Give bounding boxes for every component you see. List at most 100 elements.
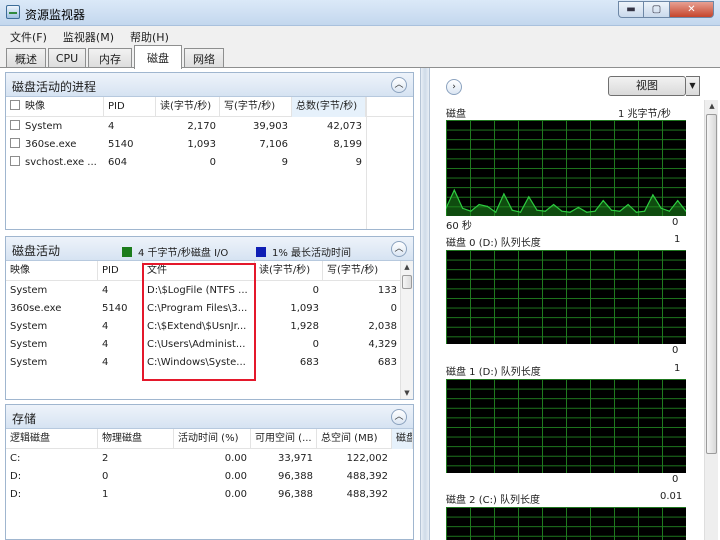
column-header-write[interactable]: 写(字节/秒)	[220, 97, 292, 117]
tab-disk[interactable]: 磁盘	[134, 45, 182, 69]
read-cell: 2,170	[187, 121, 216, 132]
view-button[interactable]: 视图	[608, 76, 686, 96]
resource-monitor-icon	[6, 5, 20, 19]
chevron-up-icon[interactable]: ︿	[391, 77, 407, 93]
processes-table: 映像 PID 读(字节/秒) 写(字节/秒) 总数(字节/秒) System 4…	[6, 97, 413, 229]
maximize-button[interactable]: ▢	[644, 1, 670, 18]
free-space-cell: 96,388	[278, 471, 313, 482]
disk-io-point-11	[536, 209, 538, 211]
row-checkbox[interactable]	[10, 138, 20, 148]
column-header-active-time[interactable]: 活动时间 (%)	[174, 429, 251, 449]
disk1-queue-graph	[446, 379, 686, 473]
disk-io-point-18	[594, 210, 596, 212]
read-cell: 1,093	[290, 303, 319, 314]
disk2-queue-title: 磁盘 2 (C:) 队列长度	[446, 495, 541, 506]
tab-network[interactable]: 网络	[184, 48, 224, 68]
disk-io-point-4	[478, 203, 480, 206]
tab-strip: 概述 CPU 内存 磁盘 网络	[0, 44, 720, 69]
chevron-right-icon[interactable]: ›	[446, 79, 462, 95]
column-header-image[interactable]: 映像	[6, 97, 104, 117]
write-cell: 683	[377, 357, 397, 368]
disk-throughput-graph	[445, 120, 687, 216]
pid-cell: 4	[102, 339, 109, 350]
disk-io-point-8	[511, 209, 513, 211]
write-cell: 4,329	[368, 339, 397, 350]
scroll-up-icon[interactable]: ▲	[706, 100, 718, 112]
scroll-down-icon[interactable]: ▼	[401, 387, 413, 399]
read-cell: 683	[299, 357, 319, 368]
active-time-legend: 1% 最长活动时间	[256, 244, 351, 259]
tab-overview[interactable]: 概述	[6, 48, 46, 68]
image-cell: 360se.exe	[10, 303, 62, 314]
tab-cpu[interactable]: CPU	[48, 48, 86, 68]
io-legend-text: 4 千字节/秒磁盘 I/O	[138, 248, 229, 259]
disk-io-point-21	[619, 210, 621, 212]
write-cell: 2,038	[368, 321, 397, 332]
disk-io-point-20	[610, 209, 613, 211]
table-row[interactable]: System 4 2,170 39,903 42,073	[6, 118, 413, 136]
column-header-pid[interactable]: PID	[104, 97, 156, 117]
scroll-up-icon[interactable]: ▲	[401, 261, 413, 273]
physical-disk-cell: 0	[102, 471, 109, 482]
tab-memory[interactable]: 内存	[88, 48, 132, 68]
activity-scrollbar[interactable]: ▲ ▼	[400, 261, 413, 399]
column-header-read[interactable]: 读(字节/秒)	[255, 261, 323, 281]
column-header-total[interactable]: 总数(字节/秒)	[292, 97, 366, 117]
menu-monitor[interactable]: 监视器(M)	[53, 26, 120, 44]
column-header-write[interactable]: 写(字节/秒)	[323, 261, 401, 281]
disk-io-point-15	[569, 211, 571, 213]
chevron-up-icon[interactable]: ︿	[391, 409, 407, 425]
row-checkbox[interactable]	[10, 120, 20, 130]
column-header-disk[interactable]: 磁盘	[392, 429, 413, 449]
disk-io-point-27	[668, 210, 670, 212]
disk-io-point-7	[503, 193, 505, 195]
storage-header[interactable]: 存储 ︿	[6, 405, 413, 429]
disk-io-point-13	[553, 203, 555, 206]
graph-pane: 磁盘 1 兆字节/秒 60 秒 0 磁盘 0 (D:) 队列长度 1 0 磁盘 …	[438, 100, 704, 540]
scroll-thumb[interactable]	[706, 114, 717, 454]
storage-panel: 存储 ︿ 逻辑磁盘 物理磁盘 活动时间 (%) 可用空间 (... 总空间 (M…	[5, 404, 414, 540]
active-time-cell: 0.00	[224, 489, 247, 500]
menu-help[interactable]: 帮助(H)	[120, 26, 175, 44]
select-all-checkbox[interactable]	[10, 100, 20, 110]
column-header-total-space[interactable]: 总空间 (MB)	[317, 429, 392, 449]
close-button[interactable]: ✕	[670, 1, 714, 18]
disk-processes-header[interactable]: 磁盘活动的进程 ︿	[6, 73, 413, 97]
disk0-queue-min: 0	[672, 345, 679, 356]
write-cell: 9	[281, 157, 288, 168]
disk-chart-min-label: 0	[672, 217, 679, 228]
chevron-up-icon[interactable]: ︿	[391, 241, 407, 257]
column-header-image[interactable]: 映像	[6, 261, 98, 281]
scroll-thumb[interactable]	[402, 275, 412, 289]
menu-file[interactable]: 文件(F)	[0, 26, 53, 44]
graph-pane-scrollbar[interactable]: ▲	[704, 100, 718, 540]
table-row[interactable]: C: 2 0.00 33,971 122,002	[6, 450, 413, 468]
table-row[interactable]: D: 1 0.00 96,388 488,392	[6, 486, 413, 504]
minimize-button[interactable]: ▬	[618, 1, 644, 18]
column-header-free-space[interactable]: 可用空间 (...	[251, 429, 317, 449]
table-row[interactable]: D: 0 0.00 96,388 488,392	[6, 468, 413, 486]
column-header-physical-disk[interactable]: 物理磁盘	[98, 429, 174, 449]
disk1-queue-max: 1	[674, 363, 681, 374]
column-header-read[interactable]: 读(字节/秒)	[156, 97, 220, 117]
disk-io-point-1	[453, 189, 455, 191]
free-space-cell: 33,971	[278, 453, 313, 464]
disk-io-point-10	[528, 196, 530, 198]
column-header-pid[interactable]: PID	[98, 261, 143, 281]
logical-disk-cell: D:	[10, 471, 22, 482]
table-row[interactable]: 360se.exe 5140 1,093 7,106 8,199	[6, 136, 413, 154]
disk-io-point-3	[470, 210, 472, 212]
disk-activity-header[interactable]: 磁盘活动 4 千字节/秒磁盘 I/O 1% 最长活动时间 ︿	[6, 237, 413, 261]
chevron-down-icon[interactable]: ▼	[686, 76, 700, 96]
table-row[interactable]: svchost.exe ... 604 0 9 9	[6, 154, 413, 172]
pane-splitter[interactable]	[420, 68, 430, 540]
read-cell: 0	[209, 157, 216, 168]
column-header-logical-disk[interactable]: 逻辑磁盘	[6, 429, 98, 449]
disk0-queue-title: 磁盘 0 (D:) 队列长度	[446, 238, 541, 249]
window-controls: ▬ ▢ ✕	[618, 1, 714, 18]
total-space-cell: 488,392	[346, 471, 388, 482]
row-checkbox[interactable]	[10, 156, 20, 166]
column-divider	[366, 97, 367, 229]
total-cell: 8,199	[333, 139, 362, 150]
blue-square-icon	[256, 246, 266, 257]
